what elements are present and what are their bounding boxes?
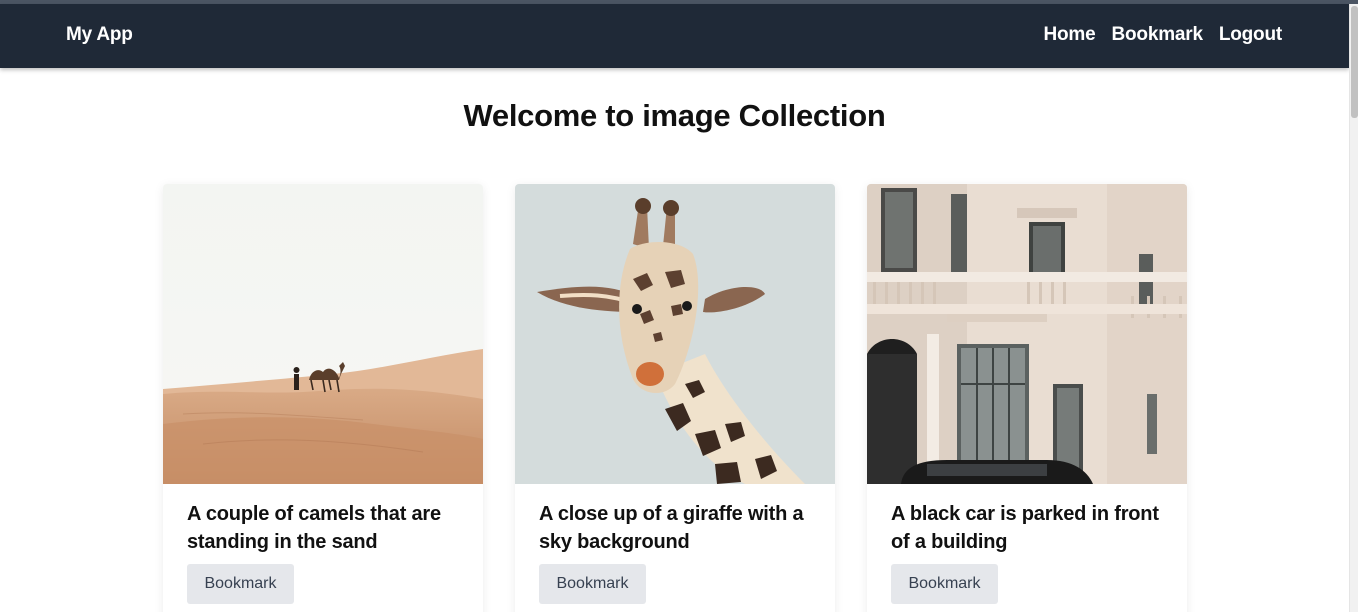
nav-home-link[interactable]: Home [1044, 24, 1096, 46]
card-title: A close up of a giraffe with a sky backg… [539, 503, 804, 553]
image-card: A close up of a giraffe with a sky backg… [515, 184, 835, 612]
bookmark-button[interactable]: Bookmark [187, 564, 294, 604]
bookmark-button[interactable]: Bookmark [891, 564, 998, 604]
card-title: A couple of camels that are standing in … [187, 503, 441, 553]
page-title: Welcome to image Collection [463, 98, 886, 133]
scrollbar-thumb[interactable] [1351, 6, 1358, 118]
image-card: A couple of camels that are standing in … [163, 184, 483, 612]
bookmark-button[interactable]: Bookmark [539, 564, 646, 604]
image-card: A black car is parked in front of a buil… [867, 184, 1187, 612]
card-image-desert-camels [163, 184, 483, 484]
card-title: A black car is parked in front of a buil… [891, 503, 1159, 553]
card-image-giraffe [515, 184, 835, 484]
navbar: My App Home Bookmark Logout [0, 4, 1349, 68]
nav-links: Home Bookmark Logout [1044, 24, 1283, 46]
brand-link[interactable]: My App [66, 24, 133, 46]
card-image-building [867, 184, 1187, 484]
page-scrollbar[interactable] [1349, 4, 1358, 612]
nav-bookmark-link[interactable]: Bookmark [1112, 24, 1204, 46]
nav-logout-link[interactable]: Logout [1219, 24, 1282, 46]
